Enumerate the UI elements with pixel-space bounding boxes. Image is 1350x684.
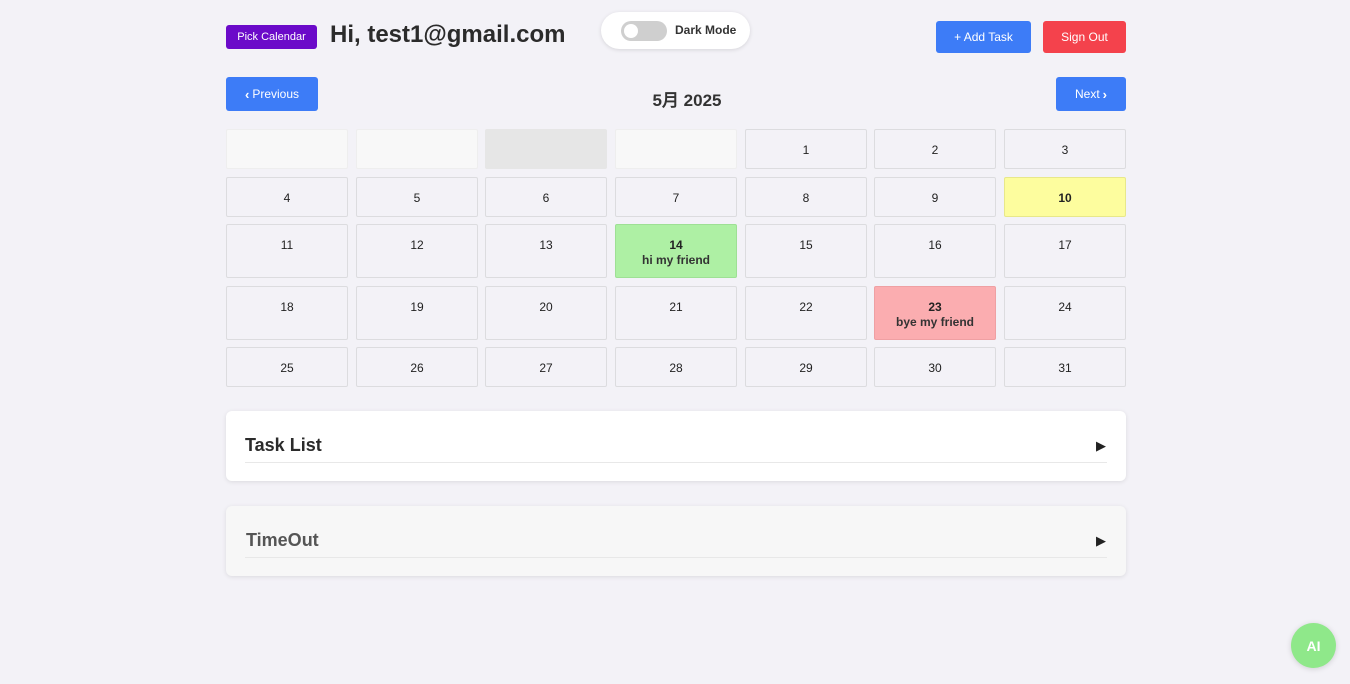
calendar-empty-cell <box>356 129 478 169</box>
day-number: 29 <box>799 361 813 375</box>
calendar-day[interactable]: 3 <box>1004 129 1126 169</box>
divider <box>245 462 1107 463</box>
day-number: 26 <box>410 361 424 375</box>
calendar-day[interactable]: 19 <box>356 286 478 340</box>
task-list-title: Task List <box>245 435 322 455</box>
calendar-day[interactable]: 29 <box>745 347 867 387</box>
day-number: 31 <box>1058 361 1072 375</box>
dark-mode-label: Dark Mode <box>675 23 737 37</box>
calendar-day[interactable]: 25 <box>226 347 348 387</box>
day-number: 30 <box>928 361 942 375</box>
day-number: 21 <box>669 300 683 314</box>
calendar-day-with-task[interactable]: 23 bye my friend <box>874 286 996 340</box>
calendar-day[interactable]: 17 <box>1004 224 1126 278</box>
day-number: 11 <box>280 238 294 252</box>
chevron-left-icon: ‹ <box>244 86 250 102</box>
month-title: 5月 2025 <box>652 91 722 110</box>
day-number: 28 <box>669 361 683 375</box>
dark-mode-switch[interactable] <box>621 21 667 41</box>
calendar-day[interactable]: 7 <box>615 177 737 217</box>
day-number: 2 <box>931 143 939 157</box>
calendar-empty-cell <box>226 129 348 169</box>
day-number: 15 <box>799 238 813 252</box>
day-number: 13 <box>539 238 553 252</box>
calendar-day[interactable]: 11 <box>226 224 348 278</box>
day-number: 17 <box>1058 238 1072 252</box>
day-number: 12 <box>410 238 424 252</box>
calendar-day[interactable]: 1 <box>745 129 867 169</box>
next-month-button[interactable]: Next › <box>1056 77 1126 111</box>
timeout-title: TimeOut <box>246 530 319 550</box>
day-number: 18 <box>280 300 294 314</box>
calendar-day[interactable]: 18 <box>226 286 348 340</box>
day-number: 25 <box>280 361 294 375</box>
day-number: 19 <box>410 300 424 314</box>
sign-out-button[interactable]: Sign Out <box>1043 21 1126 53</box>
task-list-panel[interactable]: Task List ▶ <box>226 411 1126 481</box>
day-task-label: bye my friend <box>895 315 975 329</box>
calendar-day[interactable]: 13 <box>485 224 607 278</box>
dark-mode-toggle[interactable]: Dark Mode <box>601 12 750 49</box>
calendar-day[interactable]: 31 <box>1004 347 1126 387</box>
calendar-day[interactable]: 8 <box>745 177 867 217</box>
day-number: 24 <box>1058 300 1072 314</box>
calendar-day-today[interactable]: 10 <box>1004 177 1126 217</box>
previous-label: Previous <box>252 87 300 101</box>
calendar-day[interactable]: 22 <box>745 286 867 340</box>
calendar-day[interactable]: 9 <box>874 177 996 217</box>
day-number: 14 <box>669 238 683 252</box>
expand-arrow-icon[interactable]: ▶ <box>1096 438 1106 454</box>
calendar-empty-cell <box>615 129 737 169</box>
day-number: 5 <box>413 191 421 205</box>
calendar-day[interactable]: 24 <box>1004 286 1126 340</box>
divider <box>245 557 1107 558</box>
calendar-day[interactable]: 26 <box>356 347 478 387</box>
calendar-page: Pick Calendar Hi, test1@gmail.com Dark M… <box>0 0 1350 684</box>
calendar-day[interactable]: 30 <box>874 347 996 387</box>
calendar-day[interactable]: 20 <box>485 286 607 340</box>
switch-knob <box>624 24 638 38</box>
calendar-empty-cell <box>485 129 607 169</box>
greeting-title: Hi, test1@gmail.com <box>330 21 566 48</box>
calendar-day[interactable]: 28 <box>615 347 737 387</box>
next-label: Next <box>1074 87 1100 101</box>
calendar-day[interactable]: 6 <box>485 177 607 217</box>
day-number: 16 <box>928 238 942 252</box>
day-number: 7 <box>672 191 680 205</box>
calendar-day[interactable]: 15 <box>745 224 867 278</box>
day-task-label: hi my friend <box>641 253 710 267</box>
day-number: 4 <box>283 191 291 205</box>
calendar-day[interactable]: 2 <box>874 129 996 169</box>
previous-month-button[interactable]: ‹ Previous <box>226 77 318 111</box>
chevron-right-icon: › <box>1102 86 1108 102</box>
calendar-day[interactable]: 5 <box>356 177 478 217</box>
add-task-button[interactable]: + Add Task <box>936 21 1031 53</box>
day-number: 22 <box>799 300 813 314</box>
expand-arrow-icon[interactable]: ▶ <box>1096 533 1106 549</box>
day-number: 6 <box>542 191 550 205</box>
day-number: 9 <box>931 191 939 205</box>
day-number: 3 <box>1061 143 1069 157</box>
ai-assistant-button[interactable]: AI <box>1291 623 1336 668</box>
day-number: 10 <box>1058 191 1072 205</box>
day-number: 23 <box>928 300 942 314</box>
day-number: 27 <box>539 361 553 375</box>
day-number: 8 <box>802 191 810 205</box>
calendar-day[interactable]: 12 <box>356 224 478 278</box>
calendar-day[interactable]: 4 <box>226 177 348 217</box>
calendar-day[interactable]: 16 <box>874 224 996 278</box>
timeout-panel[interactable]: TimeOut ▶ <box>226 506 1126 576</box>
calendar-day-with-task[interactable]: 14 hi my friend <box>615 224 737 278</box>
day-number: 1 <box>802 143 810 157</box>
day-number: 20 <box>539 300 553 314</box>
calendar-day[interactable]: 27 <box>485 347 607 387</box>
pick-calendar-button[interactable]: Pick Calendar <box>226 25 317 49</box>
calendar-day[interactable]: 21 <box>615 286 737 340</box>
